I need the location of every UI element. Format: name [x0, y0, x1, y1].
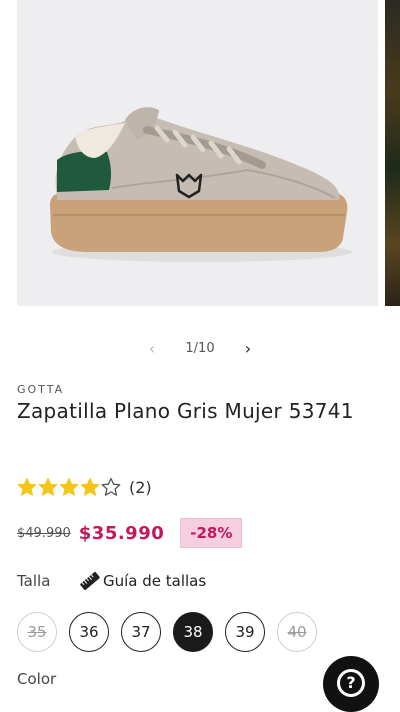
compare-price: $49.990 — [17, 525, 71, 541]
price-row: $49.990 $35.990 -28% — [17, 518, 243, 548]
chevron-right-icon[interactable]: › — [238, 337, 258, 361]
star-filled-icon — [38, 478, 58, 496]
size-label: Talla — [17, 572, 51, 590]
product-title: Zapatilla Plano Gris Mujer 53741 — [17, 399, 354, 423]
size-option-39[interactable]: 39 — [225, 612, 265, 652]
size-option-36[interactable]: 36 — [69, 612, 109, 652]
size-option-38[interactable]: 38 — [173, 612, 213, 652]
slide-counter: 1/10 — [185, 341, 215, 356]
product-gallery[interactable] — [0, 0, 400, 306]
star-filled-icon — [59, 478, 79, 496]
product-rating[interactable]: (2) — [17, 476, 152, 498]
size-option-37[interactable]: 37 — [121, 612, 161, 652]
size-option-40[interactable]: 40 — [277, 612, 317, 652]
review-count[interactable]: (2) — [129, 478, 152, 497]
size-options: 35 36 37 38 39 40 — [17, 612, 317, 652]
sneaker-illustration — [50, 107, 352, 262]
chevron-left-icon[interactable]: ‹ — [142, 337, 162, 361]
size-guide-link[interactable]: Guía de tallas — [79, 570, 206, 592]
product-vendor: GOTTA — [17, 383, 65, 396]
next-slide-preview[interactable] — [385, 0, 400, 306]
star-filled-icon — [80, 478, 100, 496]
product-image[interactable] — [17, 0, 378, 306]
size-guide-label[interactable]: Guía de tallas — [103, 572, 206, 590]
color-label: Color — [17, 670, 57, 688]
size-header: Talla Guía de tallas — [17, 570, 377, 594]
star-filled-icon — [17, 478, 37, 496]
discount-badge: -28% — [180, 518, 243, 548]
ruler-icon — [80, 571, 100, 591]
size-option-35[interactable]: 35 — [17, 612, 57, 652]
slider-navigation: ‹ 1/10 › — [0, 337, 400, 361]
help-chat-button[interactable]: ? — [323, 656, 379, 712]
question-icon: ? — [337, 669, 365, 697]
rating-stars — [17, 477, 121, 497]
sale-price: $35.990 — [78, 522, 165, 544]
star-empty-icon — [101, 477, 121, 496]
